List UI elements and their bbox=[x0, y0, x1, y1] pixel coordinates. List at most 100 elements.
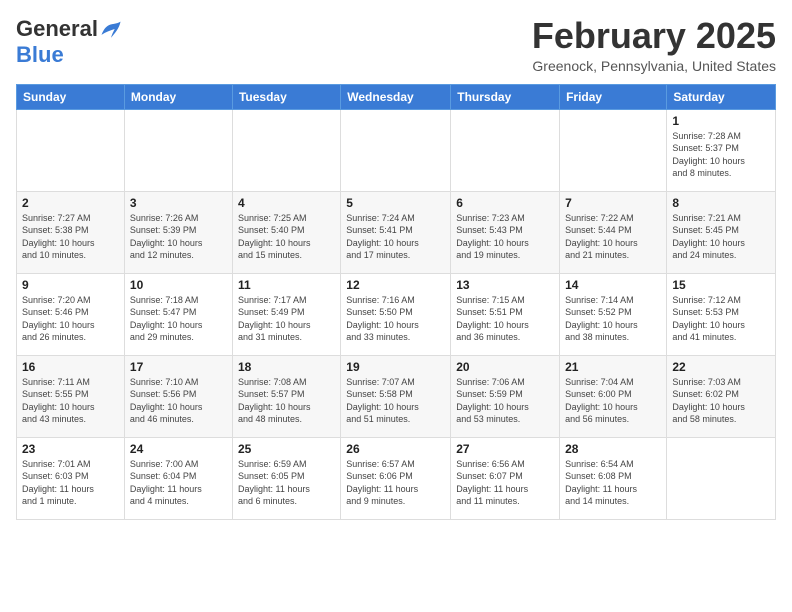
day-info: Sunrise: 7:27 AM Sunset: 5:38 PM Dayligh… bbox=[22, 212, 119, 262]
day-number: 16 bbox=[22, 360, 119, 374]
day-info: Sunrise: 6:57 AM Sunset: 6:06 PM Dayligh… bbox=[346, 458, 445, 508]
day-number: 8 bbox=[672, 196, 770, 210]
calendar-cell: 24 Sunrise: 7:00 AM Sunset: 6:04 PM Dayli… bbox=[124, 437, 232, 519]
month-title: February 2025 bbox=[532, 16, 776, 56]
calendar-cell: 20 Sunrise: 7:06 AM Sunset: 5:59 PM Dayli… bbox=[451, 355, 560, 437]
day-number: 5 bbox=[346, 196, 445, 210]
day-number: 21 bbox=[565, 360, 661, 374]
logo-general: General bbox=[16, 16, 98, 42]
day-info: Sunrise: 7:12 AM Sunset: 5:53 PM Dayligh… bbox=[672, 294, 770, 344]
weekday-header-thursday: Thursday bbox=[451, 84, 560, 109]
page: General Blue February 2025 Greenock, Pen… bbox=[0, 0, 792, 612]
calendar-cell: 23 Sunrise: 7:01 AM Sunset: 6:03 PM Dayli… bbox=[17, 437, 125, 519]
day-info: Sunrise: 7:01 AM Sunset: 6:03 PM Dayligh… bbox=[22, 458, 119, 508]
calendar-cell: 25 Sunrise: 6:59 AM Sunset: 6:05 PM Dayli… bbox=[232, 437, 340, 519]
day-number: 6 bbox=[456, 196, 554, 210]
day-info: Sunrise: 7:28 AM Sunset: 5:37 PM Dayligh… bbox=[672, 130, 770, 180]
day-number: 26 bbox=[346, 442, 445, 456]
day-info: Sunrise: 7:06 AM Sunset: 5:59 PM Dayligh… bbox=[456, 376, 554, 426]
day-info: Sunrise: 7:14 AM Sunset: 5:52 PM Dayligh… bbox=[565, 294, 661, 344]
calendar-cell bbox=[124, 109, 232, 191]
day-number: 4 bbox=[238, 196, 335, 210]
day-info: Sunrise: 7:23 AM Sunset: 5:43 PM Dayligh… bbox=[456, 212, 554, 262]
calendar-cell: 26 Sunrise: 6:57 AM Sunset: 6:06 PM Dayli… bbox=[341, 437, 451, 519]
day-info: Sunrise: 7:15 AM Sunset: 5:51 PM Dayligh… bbox=[456, 294, 554, 344]
weekday-header-sunday: Sunday bbox=[17, 84, 125, 109]
calendar-cell: 3Sunrise: 7:26 AM Sunset: 5:39 PM Daylig… bbox=[124, 191, 232, 273]
weekday-header-tuesday: Tuesday bbox=[232, 84, 340, 109]
calendar-cell: 13 Sunrise: 7:15 AM Sunset: 5:51 PM Dayli… bbox=[451, 273, 560, 355]
calendar-cell: 8 Sunrise: 7:21 AM Sunset: 5:45 PM Daylig… bbox=[667, 191, 776, 273]
day-info: Sunrise: 7:11 AM Sunset: 5:55 PM Dayligh… bbox=[22, 376, 119, 426]
calendar-cell: 2 Sunrise: 7:27 AM Sunset: 5:38 PM Daylig… bbox=[17, 191, 125, 273]
calendar-cell: 19 Sunrise: 7:07 AM Sunset: 5:58 PM Dayli… bbox=[341, 355, 451, 437]
day-number: 9 bbox=[22, 278, 119, 292]
calendar-cell bbox=[341, 109, 451, 191]
day-number: 7 bbox=[565, 196, 661, 210]
day-number: 15 bbox=[672, 278, 770, 292]
calendar-cell: 12 Sunrise: 7:16 AM Sunset: 5:50 PM Dayli… bbox=[341, 273, 451, 355]
calendar-cell: 17 Sunrise: 7:10 AM Sunset: 5:56 PM Dayli… bbox=[124, 355, 232, 437]
weekday-header-wednesday: Wednesday bbox=[341, 84, 451, 109]
weekday-header-row: SundayMondayTuesdayWednesdayThursdayFrid… bbox=[17, 84, 776, 109]
day-number: 17 bbox=[130, 360, 227, 374]
day-number: 27 bbox=[456, 442, 554, 456]
week-row-2: 2 Sunrise: 7:27 AM Sunset: 5:38 PM Daylig… bbox=[17, 191, 776, 273]
day-info: Sunrise: 7:26 AM Sunset: 5:39 PM Dayligh… bbox=[130, 212, 227, 262]
calendar-cell bbox=[17, 109, 125, 191]
day-number: 2 bbox=[22, 196, 119, 210]
calendar-cell bbox=[560, 109, 667, 191]
logo: General Blue bbox=[16, 16, 122, 68]
day-info: Sunrise: 6:54 AM Sunset: 6:08 PM Dayligh… bbox=[565, 458, 661, 508]
calendar-cell bbox=[232, 109, 340, 191]
calendar-cell: 18 Sunrise: 7:08 AM Sunset: 5:57 PM Dayli… bbox=[232, 355, 340, 437]
calendar-cell: 16 Sunrise: 7:11 AM Sunset: 5:55 PM Dayli… bbox=[17, 355, 125, 437]
day-number: 28 bbox=[565, 442, 661, 456]
day-info: Sunrise: 7:18 AM Sunset: 5:47 PM Dayligh… bbox=[130, 294, 227, 344]
day-number: 18 bbox=[238, 360, 335, 374]
calendar-cell: 14 Sunrise: 7:14 AM Sunset: 5:52 PM Dayli… bbox=[560, 273, 667, 355]
day-number: 20 bbox=[456, 360, 554, 374]
title-block: February 2025 Greenock, Pennsylvania, Un… bbox=[532, 16, 776, 74]
day-info: Sunrise: 7:00 AM Sunset: 6:04 PM Dayligh… bbox=[130, 458, 227, 508]
logo-text: General bbox=[16, 16, 122, 42]
calendar-cell bbox=[451, 109, 560, 191]
day-info: Sunrise: 7:08 AM Sunset: 5:57 PM Dayligh… bbox=[238, 376, 335, 426]
day-number: 23 bbox=[22, 442, 119, 456]
calendar-cell bbox=[667, 437, 776, 519]
day-number: 13 bbox=[456, 278, 554, 292]
day-number: 14 bbox=[565, 278, 661, 292]
day-info: Sunrise: 7:17 AM Sunset: 5:49 PM Dayligh… bbox=[238, 294, 335, 344]
day-info: Sunrise: 7:16 AM Sunset: 5:50 PM Dayligh… bbox=[346, 294, 445, 344]
day-info: Sunrise: 7:22 AM Sunset: 5:44 PM Dayligh… bbox=[565, 212, 661, 262]
calendar-cell: 15 Sunrise: 7:12 AM Sunset: 5:53 PM Dayli… bbox=[667, 273, 776, 355]
day-info: Sunrise: 7:21 AM Sunset: 5:45 PM Dayligh… bbox=[672, 212, 770, 262]
day-info: Sunrise: 7:03 AM Sunset: 6:02 PM Dayligh… bbox=[672, 376, 770, 426]
calendar-cell: 11Sunrise: 7:17 AM Sunset: 5:49 PM Dayli… bbox=[232, 273, 340, 355]
logo-bird-icon bbox=[100, 20, 122, 38]
day-info: Sunrise: 6:56 AM Sunset: 6:07 PM Dayligh… bbox=[456, 458, 554, 508]
day-number: 25 bbox=[238, 442, 335, 456]
day-info: Sunrise: 7:07 AM Sunset: 5:58 PM Dayligh… bbox=[346, 376, 445, 426]
calendar-cell: 9Sunrise: 7:20 AM Sunset: 5:46 PM Daylig… bbox=[17, 273, 125, 355]
day-number: 24 bbox=[130, 442, 227, 456]
day-number: 19 bbox=[346, 360, 445, 374]
day-number: 12 bbox=[346, 278, 445, 292]
calendar-cell: 22 Sunrise: 7:03 AM Sunset: 6:02 PM Dayli… bbox=[667, 355, 776, 437]
day-info: Sunrise: 7:10 AM Sunset: 5:56 PM Dayligh… bbox=[130, 376, 227, 426]
calendar-cell: 28 Sunrise: 6:54 AM Sunset: 6:08 PM Dayli… bbox=[560, 437, 667, 519]
day-number: 1 bbox=[672, 114, 770, 128]
calendar-cell: 7 Sunrise: 7:22 AM Sunset: 5:44 PM Daylig… bbox=[560, 191, 667, 273]
week-row-4: 16 Sunrise: 7:11 AM Sunset: 5:55 PM Dayli… bbox=[17, 355, 776, 437]
calendar-cell: 5 Sunrise: 7:24 AM Sunset: 5:41 PM Daylig… bbox=[341, 191, 451, 273]
calendar-cell: 6 Sunrise: 7:23 AM Sunset: 5:43 PM Daylig… bbox=[451, 191, 560, 273]
location: Greenock, Pennsylvania, United States bbox=[532, 58, 776, 74]
logo-blue-text: Blue bbox=[16, 42, 64, 68]
day-info: Sunrise: 7:24 AM Sunset: 5:41 PM Dayligh… bbox=[346, 212, 445, 262]
calendar-cell: 27 Sunrise: 6:56 AM Sunset: 6:07 PM Dayli… bbox=[451, 437, 560, 519]
header: General Blue February 2025 Greenock, Pen… bbox=[16, 16, 776, 74]
weekday-header-saturday: Saturday bbox=[667, 84, 776, 109]
week-row-5: 23 Sunrise: 7:01 AM Sunset: 6:03 PM Dayli… bbox=[17, 437, 776, 519]
day-info: Sunrise: 6:59 AM Sunset: 6:05 PM Dayligh… bbox=[238, 458, 335, 508]
day-number: 22 bbox=[672, 360, 770, 374]
